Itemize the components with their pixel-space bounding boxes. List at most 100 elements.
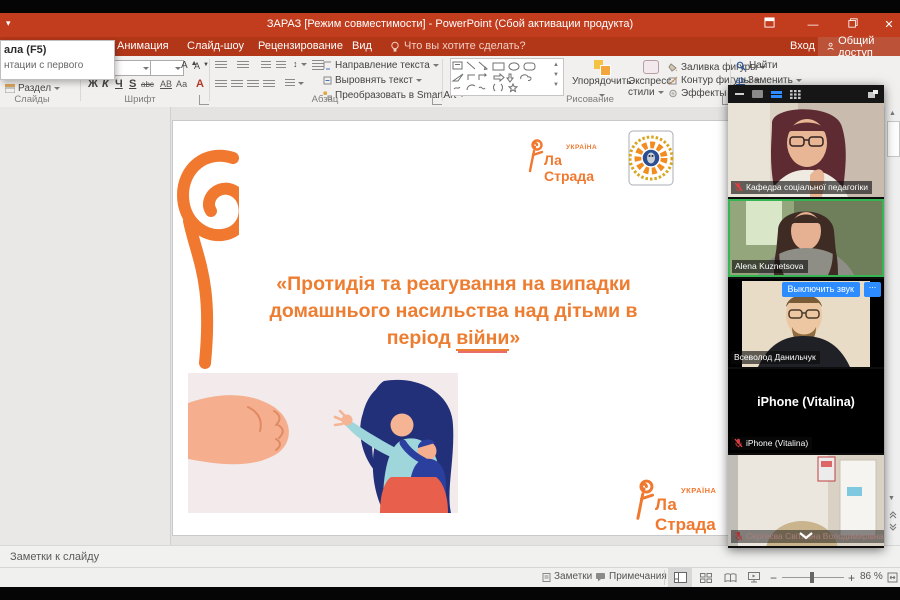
notes-pane[interactable]: Заметки к слайду — [0, 545, 900, 567]
participant-tile-4[interactable]: iPhone (Vitalina) iPhone (Vitalina) — [728, 369, 884, 453]
align-right-button[interactable] — [247, 80, 259, 89]
participant-label: Кафедра соціальної педагогіки — [731, 181, 872, 194]
person-icon — [827, 41, 834, 52]
collapse-panel-chevron-icon[interactable] — [794, 528, 818, 546]
comment-icon — [595, 572, 606, 582]
tooltip-title: ала (F5) — [4, 44, 46, 56]
fit-to-window-button[interactable] — [884, 568, 900, 587]
share-button[interactable]: Общий доступ — [818, 37, 900, 56]
tellme-box[interactable]: Что вы хотите сделать? — [404, 40, 526, 52]
restore-button[interactable] — [840, 17, 866, 34]
change-case-button[interactable]: Аа — [176, 79, 187, 89]
slide-sorter-view-button[interactable] — [694, 568, 718, 587]
scrollbar-thumb[interactable] — [887, 121, 900, 157]
tab-view[interactable]: Вид — [352, 40, 372, 52]
bullets-button[interactable] — [215, 61, 227, 70]
slide[interactable]: УКРАЇНА Ла Страда «Протидія та реагуванн… — [172, 120, 735, 536]
scroll-down-icon[interactable]: ▼ — [888, 495, 898, 505]
slideshow-icon — [748, 572, 760, 583]
speaker-view-icon[interactable] — [752, 90, 763, 98]
popout-layout-icon[interactable] — [867, 89, 879, 99]
next-slide-button[interactable] — [888, 519, 898, 529]
quick-styles-icon — [643, 60, 659, 74]
slide-thumbnail-pane[interactable] — [0, 107, 171, 545]
section-icon — [5, 84, 15, 93]
tab-review[interactable]: Рецензирование — [258, 40, 343, 52]
minimize-button[interactable]: — — [800, 17, 826, 34]
scroll-up-icon[interactable]: ▲ — [889, 110, 896, 117]
participant-name: Alena Kuznetsova — [735, 261, 804, 271]
zoom-level[interactable]: 86 % — [860, 571, 883, 582]
font-size-combobox[interactable] — [150, 60, 184, 76]
ribbon-tab-row: Анимация Слайд-шоу Рецензирование Вид Чт… — [0, 37, 900, 56]
shapes-scroll-buttons[interactable]: ▲▼▼ — [551, 60, 561, 90]
shape-effects-icon — [668, 89, 678, 98]
zoom-in-button[interactable]: + — [848, 571, 855, 585]
more-options-button[interactable]: ... — [864, 282, 881, 297]
increase-indent-button[interactable] — [276, 61, 286, 70]
participant-tile-2[interactable]: Alena Kuznetsova — [728, 199, 884, 277]
strikethrough-button[interactable]: abc — [141, 80, 154, 89]
minimize-panel-icon[interactable] — [735, 93, 744, 95]
zoom-out-button[interactable]: − — [770, 571, 777, 585]
participant-name: Всеволод Данильчук — [734, 352, 816, 362]
font-color-button[interactable]: А — [196, 78, 204, 90]
slide-title-line1: «Протидія та реагування на випадки — [201, 271, 706, 298]
numbering-button[interactable] — [237, 61, 249, 70]
tab-slideshow[interactable]: Слайд-шоу — [187, 40, 244, 52]
participant-tile-1[interactable]: Кафедра соціальної педагогіки — [728, 103, 884, 197]
text-direction-button[interactable]: Направление текста — [323, 60, 439, 71]
shape-outline-icon — [668, 76, 678, 85]
meeting-panel: Кафедра соціальної педагогіки Alena Kuzn… — [728, 85, 884, 548]
muted-mic-icon — [734, 182, 743, 192]
paragraph-dialog-launcher[interactable] — [432, 95, 442, 105]
previous-slide-button[interactable] — [888, 507, 898, 517]
muted-mic-icon — [734, 531, 743, 541]
screen: { "window": { "title": "ЗАРАЗ [Режим сов… — [0, 0, 900, 600]
underline-button[interactable]: Ч — [115, 78, 123, 90]
vertical-scrollbar[interactable]: ▲ ▼ — [884, 107, 900, 545]
comments-toggle[interactable]: Примечания — [595, 571, 667, 582]
gallery-view-icon[interactable] — [771, 91, 782, 98]
signin-link[interactable]: Вход — [790, 40, 815, 52]
char-spacing-button[interactable]: АВ — [160, 79, 172, 89]
find-button[interactable]: Найти — [736, 60, 778, 71]
slide-sorter-icon — [700, 573, 712, 583]
close-button[interactable]: ✕ — [876, 17, 900, 34]
normal-view-button[interactable] — [668, 568, 692, 587]
domestic-violence-illustration — [188, 373, 458, 513]
tooltip-from-beginning: ала (F5) нтации с первого — [0, 40, 115, 80]
align-text-button[interactable]: Выровнять текст — [323, 75, 422, 86]
slide-title-line2: домашнього насильства над дітьми в — [201, 298, 706, 325]
tab-animation[interactable]: Анимация — [117, 40, 169, 52]
shrink-font-button[interactable]: А▼ — [194, 61, 209, 71]
section-button[interactable]: Раздел — [5, 83, 60, 94]
align-center-button[interactable] — [231, 80, 243, 89]
reading-view-icon — [724, 573, 737, 583]
fit-to-window-icon — [887, 572, 898, 583]
columns-dropdown[interactable] — [285, 79, 304, 88]
justify-button[interactable] — [263, 80, 275, 89]
decrease-indent-button[interactable] — [261, 61, 271, 70]
arrange-icon — [594, 60, 610, 74]
slideshow-view-button[interactable] — [742, 568, 766, 587]
participant-label: Всеволод Данильчук — [731, 351, 820, 364]
reading-view-button[interactable] — [718, 568, 742, 587]
participant-tile-3[interactable]: Выключить звук ... Всеволод Данильчук — [728, 279, 884, 367]
notes-toggle[interactable]: Заметки — [542, 571, 592, 582]
line-spacing-button[interactable]: ↕ — [293, 59, 307, 69]
shapes-gallery[interactable]: ▲▼▼ — [450, 58, 564, 96]
mute-participant-button[interactable]: Выключить звук — [782, 282, 861, 297]
font-dialog-launcher[interactable] — [199, 95, 209, 105]
align-left-button[interactable] — [215, 80, 227, 89]
ribbon-display-options-icon[interactable] — [756, 17, 782, 34]
replace-icon: ab — [736, 76, 745, 85]
shadow-button[interactable]: S — [129, 78, 136, 90]
slide-title[interactable]: «Протидія та реагування на випадки домаш… — [201, 271, 706, 352]
participant-tile-5[interactable]: Сергеєва Світлана Володимирівна — [728, 455, 884, 546]
group-label-drawing: Рисование — [555, 94, 625, 105]
grid-view-icon[interactable] — [790, 90, 801, 99]
zoom-slider-thumb[interactable] — [810, 572, 814, 583]
text-direction-icon — [323, 61, 332, 70]
participant-label: Alena Kuznetsova — [732, 260, 808, 273]
